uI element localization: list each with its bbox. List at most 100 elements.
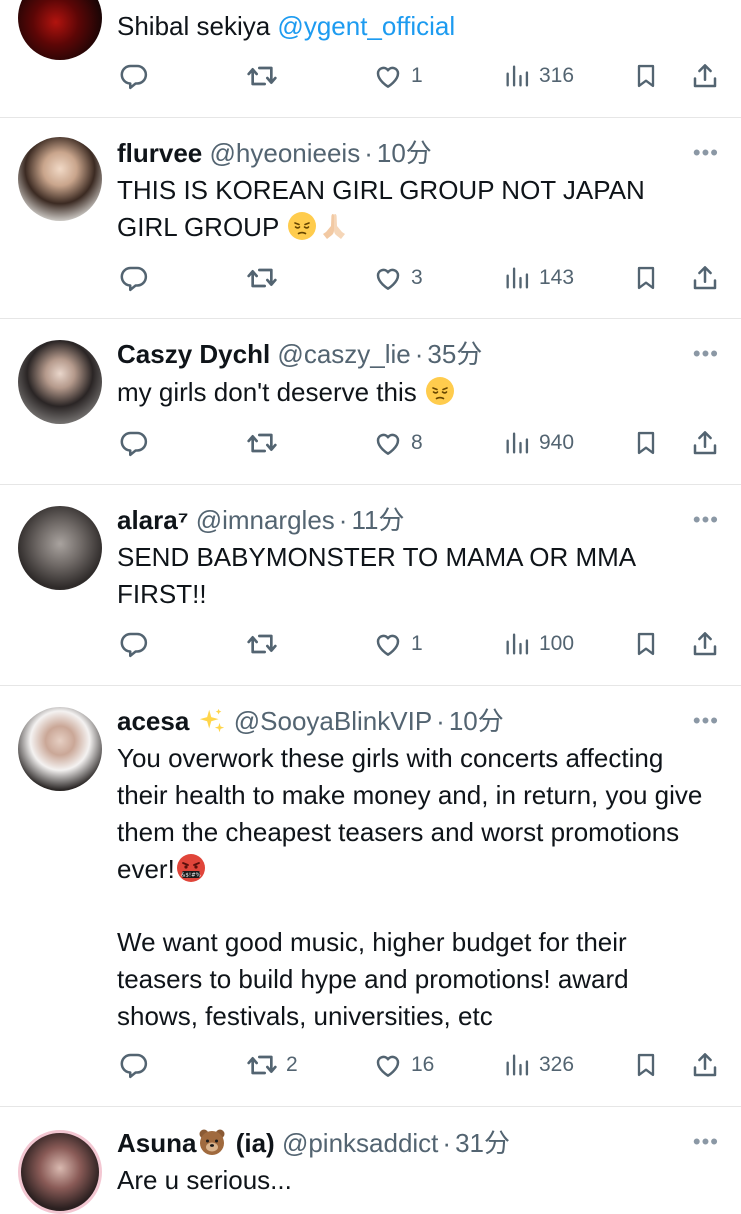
like-count: 16 [411, 1053, 435, 1076]
heart-icon [373, 61, 403, 91]
timestamp[interactable]: 31分 [455, 1128, 510, 1158]
user-handle[interactable]: @pinksaddict [282, 1128, 438, 1158]
display-name[interactable]: alara⁷ [117, 505, 188, 535]
tweet-header: Asuna (ia) @pinksaddict · 31分 [117, 1126, 510, 1158]
views-count: 940 [539, 431, 575, 454]
pensive-emoji [424, 375, 456, 407]
views-button[interactable]: 326 [503, 1045, 574, 1085]
views-icon [503, 1050, 531, 1080]
user-handle[interactable]: @SooyaBlinkVIP [234, 706, 432, 736]
user-handle[interactable]: @hyeonieeis [210, 138, 361, 168]
like-button[interactable]: 1 [373, 56, 423, 96]
bookmark-button[interactable] [632, 1045, 660, 1085]
retweet-icon [246, 628, 278, 660]
share-button[interactable] [690, 624, 720, 664]
bookmark-button[interactable] [632, 423, 660, 463]
more-options-button[interactable]: ••• [693, 338, 719, 370]
avatar[interactable] [18, 137, 102, 221]
separator-dot: · [414, 339, 424, 369]
retweet-icon [246, 427, 278, 459]
tweet-header: Caszy Dychl @caszy_lie · 35分 [117, 338, 482, 370]
retweet-button[interactable] [246, 423, 278, 463]
tweet-text: Are u serious... [117, 1165, 292, 1195]
sparkles-emoji [197, 706, 227, 736]
display-name[interactable]: flurvee [117, 138, 202, 168]
like-button[interactable]: 16 [373, 1045, 434, 1085]
like-button[interactable]: 8 [373, 423, 423, 463]
retweet-button[interactable]: 2 [246, 1045, 298, 1085]
more-options-button[interactable]: ••• [693, 1126, 719, 1158]
tweet-text-paragraph-2: We want good music, higher budget for th… [117, 927, 636, 1031]
display-name[interactable]: Caszy Dychl [117, 339, 270, 369]
user-handle[interactable]: @imnargles [196, 505, 335, 535]
heart-icon [373, 629, 403, 659]
retweet-button[interactable] [246, 56, 278, 96]
retweet-icon [246, 60, 278, 92]
more-options-button[interactable]: ••• [693, 705, 719, 737]
reply-button[interactable] [119, 423, 149, 463]
share-button[interactable] [690, 423, 720, 463]
views-button[interactable]: 100 [503, 624, 574, 664]
reply-button[interactable] [119, 624, 149, 664]
avatar[interactable] [18, 1130, 102, 1214]
avatar[interactable] [18, 0, 102, 60]
share-button[interactable] [690, 258, 720, 298]
tweet-header: flurvee @hyeonieeis · 10分 [117, 137, 432, 169]
display-name[interactable]: Asuna (ia) [117, 1128, 275, 1158]
share-button[interactable] [690, 56, 720, 96]
tweet-text: THIS IS KOREAN GIRL GROUP NOT JAPAN GIRL… [117, 175, 653, 242]
reply-icon [119, 428, 149, 458]
user-handle[interactable]: @caszy_lie [277, 339, 410, 369]
reply-icon [119, 61, 149, 91]
tweet-actions: 8 940 [0, 423, 741, 463]
bear-emoji [196, 1126, 228, 1158]
separator-dot: · [442, 1128, 452, 1158]
share-button[interactable] [690, 1045, 720, 1085]
reply-icon [119, 629, 149, 659]
reply-button[interactable] [119, 56, 149, 96]
like-button[interactable]: 3 [373, 258, 423, 298]
share-icon [690, 1050, 720, 1080]
avatar[interactable] [18, 506, 102, 590]
retweet-icon [246, 262, 278, 294]
heart-icon [373, 1050, 403, 1080]
tweet-actions: 1 316 [0, 56, 741, 96]
more-options-button[interactable]: ••• [693, 137, 719, 169]
bookmark-icon [632, 1050, 660, 1080]
divider [0, 1106, 741, 1107]
timestamp[interactable]: 10分 [377, 138, 432, 168]
timestamp[interactable]: 35分 [427, 339, 482, 369]
more-options-button[interactable]: ••• [693, 504, 719, 536]
avatar[interactable] [18, 340, 102, 424]
mention-link[interactable]: @ygent_official [277, 11, 455, 41]
timestamp[interactable]: 11分 [351, 505, 404, 535]
retweet-button[interactable] [246, 624, 278, 664]
reply-button[interactable] [119, 1045, 149, 1085]
share-icon [690, 61, 720, 91]
bookmark-button[interactable] [632, 624, 660, 664]
bookmark-button[interactable] [632, 56, 660, 96]
bookmark-button[interactable] [632, 258, 660, 298]
display-name[interactable]: acesa [117, 706, 189, 736]
views-button[interactable]: 940 [503, 423, 574, 463]
like-button[interactable]: 1 [373, 624, 423, 664]
views-count: 143 [539, 266, 575, 289]
tweet-text: You overwork these girls with concerts a… [117, 743, 710, 884]
separator-dot: · [338, 505, 348, 535]
retweet-icon [246, 1049, 278, 1081]
views-count: 316 [539, 64, 575, 87]
views-button[interactable]: 143 [503, 258, 574, 298]
retweet-button[interactable] [246, 258, 278, 298]
views-count: 100 [539, 632, 575, 655]
reply-button[interactable] [119, 258, 149, 298]
views-count: 326 [539, 1053, 575, 1076]
tweet-actions: 2 16 326 [0, 1045, 741, 1085]
divider [0, 318, 741, 319]
views-button[interactable]: 316 [503, 56, 574, 96]
like-count: 1 [411, 632, 423, 655]
avatar[interactable] [18, 707, 102, 791]
tweet-text: my girls don't deserve this [117, 374, 717, 411]
views-icon [503, 61, 531, 91]
heart-icon [373, 428, 403, 458]
timestamp[interactable]: 10分 [449, 706, 504, 736]
